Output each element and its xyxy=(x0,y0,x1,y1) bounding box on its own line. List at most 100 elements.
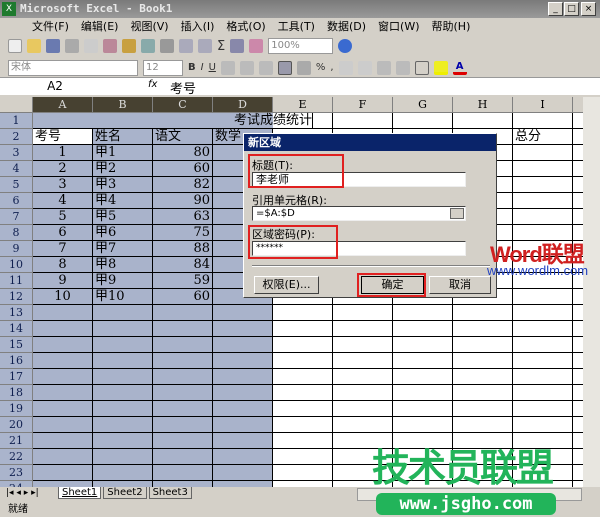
cell[interactable] xyxy=(213,321,273,337)
cell[interactable] xyxy=(273,417,333,433)
fx-icon[interactable]: fx xyxy=(148,79,157,90)
cell[interactable] xyxy=(153,385,213,401)
new-icon[interactable] xyxy=(8,39,22,53)
cell[interactable] xyxy=(213,369,273,385)
column-header-F[interactable]: F xyxy=(333,97,393,113)
borders-icon[interactable] xyxy=(414,60,429,75)
font-select[interactable]: 宋体 xyxy=(8,59,138,76)
row-header-10[interactable]: 10 xyxy=(0,257,33,273)
cell[interactable] xyxy=(513,369,573,385)
column-header[interactable] xyxy=(573,97,583,113)
column-header-G[interactable]: G xyxy=(393,97,453,113)
cell[interactable] xyxy=(333,385,393,401)
cell[interactable] xyxy=(153,401,213,417)
undo-icon[interactable] xyxy=(179,39,193,53)
row-header-5[interactable]: 5 xyxy=(0,177,33,193)
cell[interactable]: 75 xyxy=(153,225,213,241)
cell[interactable] xyxy=(273,321,333,337)
cell[interactable] xyxy=(333,417,393,433)
menu-item[interactable]: 帮助(H) xyxy=(432,18,471,34)
row-header-1[interactable]: 1 xyxy=(0,113,33,129)
collapse-dialog-icon[interactable] xyxy=(450,208,464,219)
row-header-18[interactable]: 18 xyxy=(0,385,33,401)
row-header-19[interactable]: 19 xyxy=(0,401,33,417)
cell[interactable] xyxy=(453,113,513,129)
cell[interactable] xyxy=(513,353,573,369)
cell[interactable] xyxy=(573,305,583,321)
currency-icon[interactable] xyxy=(296,60,311,75)
sum-icon[interactable]: Σ xyxy=(217,39,225,54)
menu-item[interactable]: 窗口(W) xyxy=(378,18,419,34)
cell[interactable] xyxy=(93,353,153,369)
cell[interactable] xyxy=(333,305,393,321)
cell[interactable] xyxy=(33,305,93,321)
cell[interactable] xyxy=(393,369,453,385)
menu-item[interactable]: 插入(I) xyxy=(181,18,215,34)
cell[interactable] xyxy=(153,449,213,465)
row-header-6[interactable]: 6 xyxy=(0,193,33,209)
row-header-17[interactable]: 17 xyxy=(0,369,33,385)
cell[interactable] xyxy=(453,385,513,401)
cell[interactable]: 3 xyxy=(33,177,93,193)
cell[interactable]: 80 xyxy=(153,145,213,161)
cell[interactable] xyxy=(273,369,333,385)
indent-icon[interactable] xyxy=(376,60,391,75)
cell[interactable]: 甲1 xyxy=(93,145,153,161)
cell[interactable] xyxy=(93,321,153,337)
close-button[interactable]: × xyxy=(581,2,596,16)
cell[interactable] xyxy=(273,401,333,417)
cell[interactable]: 甲6 xyxy=(93,225,153,241)
paste-icon[interactable] xyxy=(160,39,174,53)
menu-item[interactable]: 格式(O) xyxy=(226,18,265,34)
cell[interactable] xyxy=(573,113,583,129)
cell[interactable] xyxy=(573,449,583,465)
menu-item[interactable]: 编辑(E) xyxy=(81,18,119,34)
cell[interactable] xyxy=(573,417,583,433)
cell[interactable] xyxy=(33,417,93,433)
cell[interactable] xyxy=(333,113,393,129)
cell[interactable] xyxy=(213,305,273,321)
cell[interactable] xyxy=(573,177,583,193)
align-center-icon[interactable] xyxy=(239,60,254,75)
cell[interactable] xyxy=(33,449,93,465)
cell[interactable] xyxy=(33,369,93,385)
tab-sheet2[interactable]: Sheet2 xyxy=(103,487,147,499)
cell[interactable]: 语文 xyxy=(153,129,213,145)
cell[interactable] xyxy=(273,465,333,481)
cell[interactable]: 60 xyxy=(153,161,213,177)
cell[interactable] xyxy=(573,193,583,209)
select-all-button[interactable] xyxy=(0,97,33,113)
cell[interactable]: 5 xyxy=(33,209,93,225)
help-icon[interactable] xyxy=(338,39,353,53)
cell[interactable]: 4 xyxy=(33,193,93,209)
cell[interactable] xyxy=(33,353,93,369)
cell[interactable]: 84 xyxy=(153,257,213,273)
name-box[interactable]: A2 xyxy=(0,79,110,93)
row-header-15[interactable]: 15 xyxy=(0,337,33,353)
row-header-7[interactable]: 7 xyxy=(0,209,33,225)
cell[interactable] xyxy=(273,305,333,321)
preview-icon[interactable] xyxy=(84,39,98,53)
align-right-icon[interactable] xyxy=(258,60,273,75)
cell[interactable] xyxy=(393,305,453,321)
cell[interactable] xyxy=(393,353,453,369)
cell[interactable] xyxy=(93,449,153,465)
cell[interactable] xyxy=(513,321,573,337)
cell[interactable]: 63 xyxy=(153,209,213,225)
cell[interactable]: 考号 xyxy=(33,129,93,145)
row-header-21[interactable]: 21 xyxy=(0,433,33,449)
tab-nav-icon[interactable]: |◂ ◂ ▸ ▸| xyxy=(6,488,39,498)
cell[interactable] xyxy=(393,401,453,417)
cell[interactable]: 90 xyxy=(153,193,213,209)
cell[interactable] xyxy=(573,321,583,337)
cell[interactable]: 8 xyxy=(33,257,93,273)
cell[interactable]: 2 xyxy=(33,161,93,177)
column-header-C[interactable]: C xyxy=(153,97,213,113)
cell[interactable] xyxy=(393,337,453,353)
cell[interactable] xyxy=(273,385,333,401)
row-header-13[interactable]: 13 xyxy=(0,305,33,321)
cell[interactable] xyxy=(33,385,93,401)
cell[interactable] xyxy=(393,385,453,401)
column-header-A[interactable]: A xyxy=(33,97,93,113)
cell[interactable]: 7 xyxy=(33,241,93,257)
